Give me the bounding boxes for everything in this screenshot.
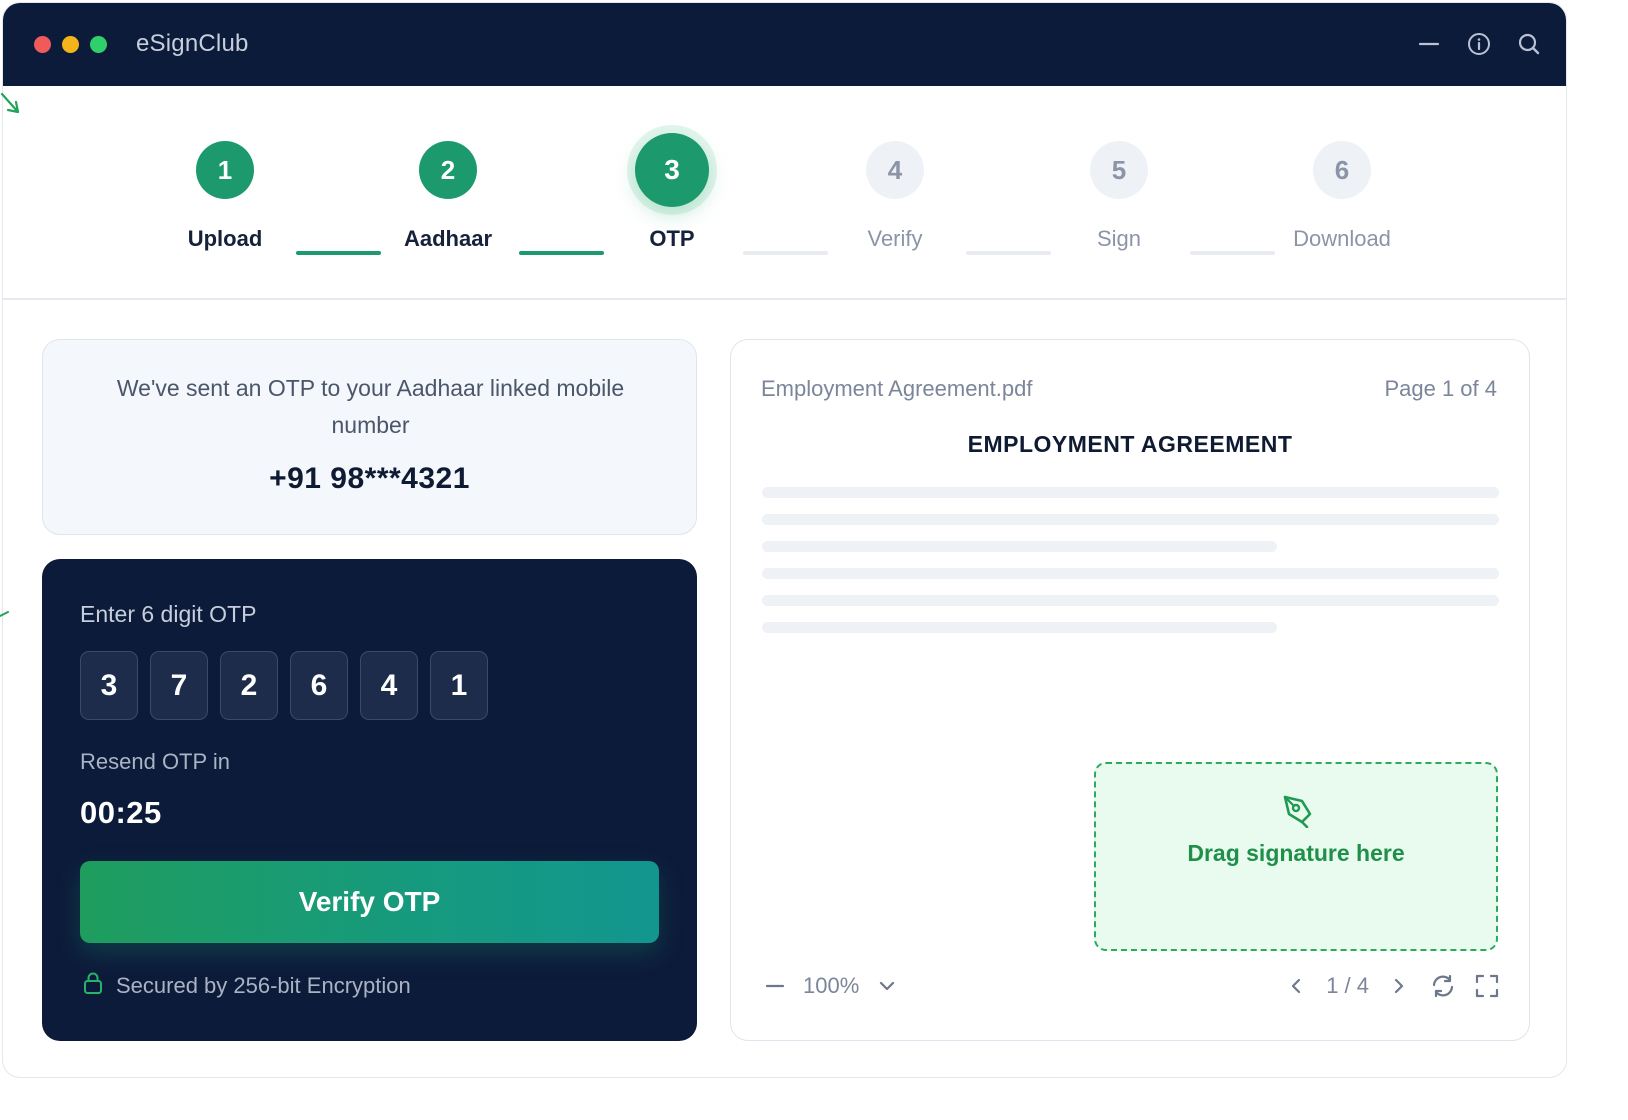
otp-input-label: Enter 6 digit OTP (80, 601, 257, 627)
text-line-placeholder (762, 595, 1499, 606)
step-number: 1 (196, 141, 254, 199)
text-line-placeholder (762, 541, 1277, 552)
step-number: 5 (1090, 141, 1148, 199)
masked-phone-number: +91 98***4321 (269, 462, 470, 495)
security-text: Secured by 256-bit Encryption (116, 972, 411, 998)
text-line-placeholder (762, 568, 1499, 579)
otp-digit-2[interactable]: 7 (150, 651, 208, 720)
title-bar-actions (1414, 29, 1544, 59)
close-window-button[interactable] (34, 36, 51, 53)
security-note: Secured by 256-bit Encryption (82, 971, 411, 1000)
refresh-icon[interactable] (1429, 972, 1457, 1000)
maximize-window-button[interactable] (90, 36, 107, 53)
step-label: Verify (867, 226, 923, 251)
document-preview: Employment Agreement.pdf Page 1 of 4 EMP… (730, 339, 1530, 1041)
resend-countdown: 00:25 (80, 795, 162, 830)
chevron-down-icon[interactable] (873, 972, 901, 1000)
otp-entry-panel: Enter 6 digit OTP 3 7 2 6 4 1 Resend OTP… (42, 559, 697, 1041)
decorative-stroke-icon (0, 606, 12, 625)
page-indicator: Page 1 of 4 (1384, 376, 1497, 401)
step-number: 4 (866, 141, 924, 199)
otp-digit-5[interactable]: 4 (360, 651, 418, 720)
zoom-out-icon[interactable] (761, 972, 789, 1000)
progress-stepper: 1 Upload 2 Aadhaar 3 OTP 4 Verify 5 Sign… (3, 86, 1566, 300)
step-label: Upload (187, 226, 263, 251)
otp-sent-message: We've sent an OTP to your Aadhaar linked… (116, 375, 625, 438)
signature-drop-zone[interactable]: Drag signature here (1094, 762, 1498, 951)
otp-sent-card: We've sent an OTP to your Aadhaar linked… (42, 339, 697, 535)
document-title: EMPLOYMENT AGREEMENT (967, 431, 1293, 457)
pen-tool-icon (1280, 792, 1316, 833)
signature-drop-label: Drag signature here (1187, 840, 1405, 866)
step-label: Aadhaar (403, 226, 493, 251)
otp-digit-1[interactable]: 3 (80, 651, 138, 720)
lock-icon (82, 971, 104, 1000)
document-toolbar: 100% 1 / 4 (761, 972, 1501, 1012)
decorative-arrow-icon (0, 90, 24, 125)
document-file-name: Employment Agreement.pdf (761, 376, 1033, 401)
step-label: Download (1293, 226, 1391, 251)
step-number: 6 (1313, 141, 1371, 199)
minimize-icon[interactable] (1414, 29, 1444, 59)
window-controls (34, 36, 107, 53)
step-number: 2 (419, 141, 477, 199)
zoom-level: 100% (803, 973, 860, 998)
page-navigation: 1 / 4 (1282, 972, 1501, 1000)
fullscreen-icon[interactable] (1473, 972, 1501, 1000)
chevron-left-icon[interactable] (1282, 972, 1310, 1000)
app-title: eSignClub (136, 30, 249, 57)
otp-digit-4[interactable]: 6 (290, 651, 348, 720)
chevron-right-icon[interactable] (1385, 972, 1413, 1000)
otp-digit-6[interactable]: 1 (430, 651, 488, 720)
otp-digit-3[interactable]: 2 (220, 651, 278, 720)
step-label: Sign (1096, 226, 1142, 251)
text-line-placeholder (762, 514, 1499, 525)
verify-otp-button[interactable]: Verify OTP (80, 861, 659, 943)
search-icon[interactable] (1514, 29, 1544, 59)
otp-digit-inputs: 3 7 2 6 4 1 (80, 651, 488, 720)
page-counter: 1 / 4 (1326, 973, 1369, 998)
resend-otp-label: Resend OTP in (80, 749, 231, 774)
zoom-control: 100% (761, 972, 901, 1000)
text-line-placeholder (762, 622, 1277, 633)
step-number: 3 (635, 133, 709, 207)
minimize-window-button[interactable] (62, 36, 79, 53)
title-bar: eSignClub (3, 3, 1566, 86)
info-icon[interactable] (1464, 29, 1494, 59)
text-line-placeholder (762, 487, 1499, 498)
step-label: OTP (649, 226, 695, 251)
app-window: eSignClub 1 Upload 2 Aadhaar 3 OTP 4 Ver… (2, 2, 1567, 1078)
